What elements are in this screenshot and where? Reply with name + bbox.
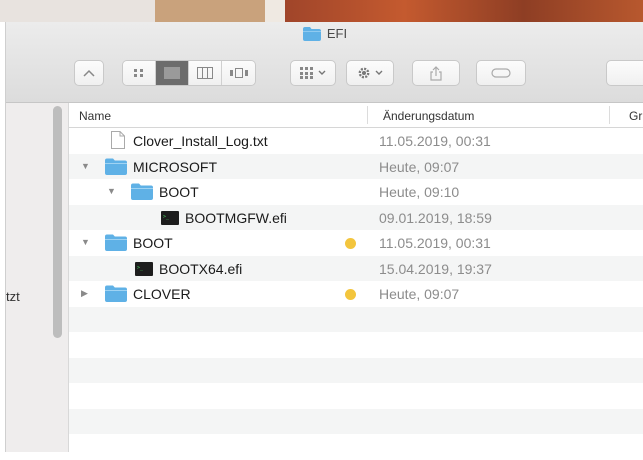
- file-name: CLOVER: [133, 286, 191, 302]
- disclosure-closed-icon[interactable]: ▶: [81, 288, 91, 298]
- svg-text:>_: >_: [137, 265, 144, 271]
- arrange-button[interactable]: [290, 60, 336, 86]
- chevron-down-icon: [375, 70, 383, 75]
- list-view-button[interactable]: [156, 61, 189, 85]
- file-name: BOOTX64.efi: [159, 260, 243, 277]
- file-date: 09.01.2019, 18:59: [379, 209, 492, 226]
- executable-file-icon: >_: [135, 261, 153, 279]
- finder-window: EFI tzt Name Änderungsdatum Gr Clover_In…: [5, 22, 643, 452]
- list-item[interactable]: >_ BOOTX64.efi 15.04.2019, 19:37: [69, 255, 643, 281]
- column-header-date[interactable]: Änderungsdatum: [383, 109, 474, 123]
- disclosure-open-icon[interactable]: ▼: [81, 161, 91, 171]
- disclosure-open-icon[interactable]: ▼: [81, 237, 91, 247]
- empty-row: [69, 434, 643, 460]
- sidebar-scrollbar[interactable]: [53, 106, 62, 338]
- action-button[interactable]: [346, 60, 394, 86]
- gallery-view-icon: [229, 68, 248, 78]
- list-item[interactable]: ▼ MICROSOFT Heute, 09:07: [69, 153, 643, 179]
- file-date: 11.05.2019, 00:31: [379, 133, 491, 149]
- back-button[interactable]: [74, 60, 104, 86]
- file-name: BOOT: [159, 184, 199, 200]
- tag-dot: [345, 289, 356, 300]
- executable-file-icon: >_: [161, 210, 179, 228]
- share-icon: [430, 65, 442, 81]
- empty-row: [69, 332, 643, 358]
- tags-button[interactable]: [476, 60, 526, 86]
- empty-row: [69, 383, 643, 409]
- file-date: 15.04.2019, 19:37: [379, 260, 492, 277]
- list-item[interactable]: ▶ CLOVER Heute, 09:07: [69, 281, 643, 307]
- list-item[interactable]: Clover_Install_Log.txt 11.05.2019, 00:31: [69, 128, 643, 154]
- file-list: Name Änderungsdatum Gr Clover_Install_Lo…: [69, 103, 643, 452]
- tag-dot: [345, 238, 356, 249]
- list-item[interactable]: ▼ BOOT Heute, 09:10: [69, 179, 643, 205]
- icon-view-button[interactable]: [123, 61, 156, 85]
- search-field[interactable]: [606, 60, 643, 86]
- toolbar: EFI: [6, 22, 643, 103]
- file-name: MICROSOFT: [133, 158, 217, 175]
- gear-icon: [358, 67, 370, 79]
- svg-text:>_: >_: [163, 214, 170, 220]
- disclosure-open-icon[interactable]: ▼: [107, 186, 117, 196]
- file-rows: Clover_Install_Log.txt 11.05.2019, 00:31 ▼…: [69, 128, 643, 460]
- column-header-name[interactable]: Name: [79, 109, 111, 123]
- column-view-button[interactable]: [189, 61, 222, 85]
- sidebar-item-label[interactable]: tzt: [6, 289, 20, 304]
- empty-row: [69, 408, 643, 434]
- tag-icon: [491, 68, 511, 78]
- column-divider[interactable]: [367, 106, 368, 124]
- desktop-wallpaper: [0, 0, 643, 22]
- empty-row: [69, 306, 643, 332]
- folder-icon: [105, 158, 127, 178]
- list-item[interactable]: ▼ BOOT 11.05.2019, 00:31: [69, 230, 643, 256]
- window-title: EFI: [6, 26, 643, 41]
- file-name: Clover_Install_Log.txt: [133, 133, 268, 149]
- file-date: 11.05.2019, 00:31: [379, 235, 491, 251]
- file-date: Heute, 09:10: [379, 184, 460, 200]
- list-item[interactable]: >_ BOOTMGFW.efi 09.01.2019, 18:59: [69, 204, 643, 230]
- gallery-view-button[interactable]: [222, 61, 255, 85]
- text-file-icon: [111, 131, 125, 152]
- grid-icon: [300, 67, 313, 79]
- view-switcher: [122, 60, 256, 86]
- folder-icon: [302, 26, 321, 41]
- column-divider[interactable]: [609, 106, 610, 124]
- column-header: Name Änderungsdatum Gr: [69, 103, 643, 128]
- empty-row: [69, 357, 643, 383]
- column-header-size[interactable]: Gr: [629, 109, 642, 123]
- column-view-icon: [197, 67, 213, 79]
- chevron-up-icon: [83, 69, 95, 77]
- folder-icon: [105, 285, 127, 305]
- window-title-text: EFI: [326, 26, 348, 41]
- folder-icon: [131, 183, 153, 203]
- list-view-icon: [164, 67, 180, 79]
- chevron-down-icon: [318, 70, 326, 75]
- file-date: Heute, 09:07: [379, 286, 460, 302]
- sidebar: tzt: [6, 103, 69, 452]
- file-date: Heute, 09:07: [379, 158, 460, 175]
- folder-icon: [105, 234, 127, 254]
- icon-view-icon: [134, 69, 143, 77]
- file-name: BOOTMGFW.efi: [185, 209, 287, 226]
- file-name: BOOT: [133, 235, 173, 251]
- share-button[interactable]: [412, 60, 460, 86]
